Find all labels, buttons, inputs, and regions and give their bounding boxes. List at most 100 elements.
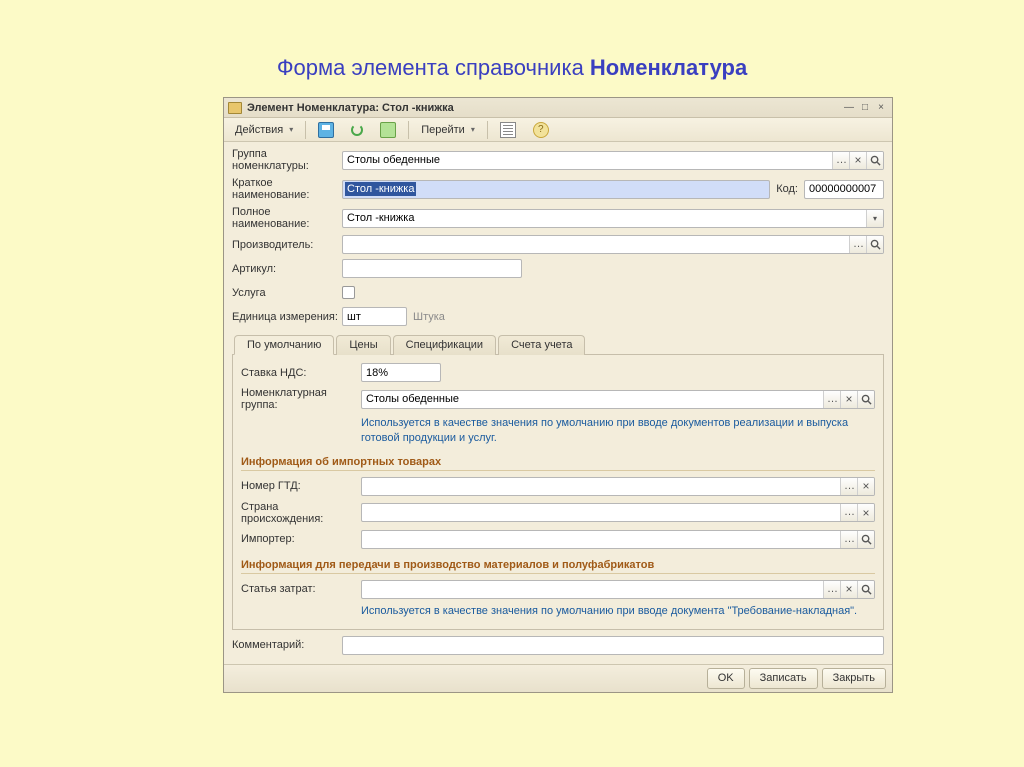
country-clear-button[interactable] bbox=[857, 504, 874, 521]
close-button[interactable]: Закрыть bbox=[822, 668, 886, 689]
vat-input[interactable] bbox=[362, 364, 441, 381]
group-select-button[interactable] bbox=[832, 152, 849, 169]
importer-select-button[interactable] bbox=[840, 531, 857, 548]
comment-input[interactable] bbox=[343, 637, 883, 654]
country-select-button[interactable] bbox=[840, 504, 857, 521]
refresh-button[interactable] bbox=[344, 120, 370, 140]
manufacturer-select-button[interactable] bbox=[849, 236, 866, 253]
country-input[interactable] bbox=[362, 504, 840, 521]
sku-field[interactable] bbox=[342, 259, 522, 278]
unit-input[interactable] bbox=[343, 308, 407, 325]
cost-item-clear-button[interactable] bbox=[840, 581, 857, 598]
nom-group-field[interactable] bbox=[361, 390, 875, 409]
gtd-input[interactable] bbox=[362, 478, 840, 495]
cost-item-hint: Используется в качестве значения по умол… bbox=[361, 604, 875, 619]
dialog-footer: OK Записать Закрыть bbox=[224, 664, 892, 692]
agree-icon bbox=[380, 122, 396, 138]
ok-button[interactable]: OK bbox=[707, 668, 745, 689]
list-icon bbox=[500, 122, 516, 138]
toolbar-separator bbox=[305, 121, 306, 139]
vat-label: Ставка НДС: bbox=[241, 367, 361, 379]
importer-search-button[interactable] bbox=[857, 531, 874, 548]
help-icon: ? bbox=[533, 122, 549, 138]
country-label: Страна происхождения: bbox=[241, 501, 361, 525]
maximize-button[interactable]: □ bbox=[858, 101, 872, 114]
tab-defaults[interactable]: По умолчанию bbox=[234, 335, 334, 355]
service-checkbox[interactable] bbox=[342, 286, 355, 299]
cost-item-field[interactable] bbox=[361, 580, 875, 599]
list-button[interactable] bbox=[493, 120, 523, 140]
sku-input[interactable] bbox=[343, 260, 521, 277]
unit-description: Штука bbox=[413, 311, 445, 323]
country-field[interactable] bbox=[361, 503, 875, 522]
heading-pre: Форма элемента справочника bbox=[277, 55, 590, 80]
importer-field[interactable] bbox=[361, 530, 875, 549]
group-field[interactable] bbox=[342, 151, 884, 170]
minimize-button[interactable]: — bbox=[842, 101, 856, 114]
group-label: Группа номенклатуры: bbox=[232, 148, 342, 172]
gtd-clear-button[interactable] bbox=[857, 478, 874, 495]
titlebar: Элемент Номенклатура: Стол -книжка — □ × bbox=[224, 98, 892, 118]
nom-group-search-button[interactable] bbox=[857, 391, 874, 408]
refresh-icon bbox=[351, 124, 363, 136]
cost-item-search-button[interactable] bbox=[857, 581, 874, 598]
group-search-button[interactable] bbox=[866, 152, 883, 169]
group-input[interactable] bbox=[343, 152, 832, 169]
tab-strip: По умолчанию Цены Спецификации Счета уче… bbox=[232, 334, 884, 355]
save-button[interactable] bbox=[311, 120, 341, 140]
unit-label: Единица измерения: bbox=[232, 311, 342, 323]
full-name-field[interactable] bbox=[342, 209, 884, 228]
gtd-label: Номер ГТД: bbox=[241, 480, 361, 492]
cost-item-label: Статья затрат: bbox=[241, 583, 361, 595]
tab-accounts[interactable]: Счета учета bbox=[498, 335, 585, 355]
importer-input[interactable] bbox=[362, 531, 840, 548]
sku-label: Артикул: bbox=[232, 263, 342, 275]
section-import: Информация об импортных товарах bbox=[241, 456, 875, 471]
code-label: Код: bbox=[776, 183, 798, 195]
tab-specs[interactable]: Спецификации bbox=[393, 335, 496, 355]
toolbar-separator bbox=[487, 121, 488, 139]
vat-field[interactable] bbox=[361, 363, 441, 382]
toolbar: Действия Перейти ? bbox=[224, 118, 892, 142]
nom-group-label: Номенклатурная группа: bbox=[241, 387, 361, 411]
close-window-button[interactable]: × bbox=[874, 101, 888, 114]
help-button[interactable]: ? bbox=[526, 120, 556, 140]
dialog-window: Элемент Номенклатура: Стол -книжка — □ ×… bbox=[223, 97, 893, 693]
nom-group-clear-button[interactable] bbox=[840, 391, 857, 408]
service-label: Услуга bbox=[232, 287, 342, 299]
group-clear-button[interactable] bbox=[849, 152, 866, 169]
manufacturer-input[interactable] bbox=[343, 236, 849, 253]
short-name-field[interactable]: Стол -книжка bbox=[342, 180, 770, 199]
tab-defaults-pane: Ставка НДС: Номенклатурная группа: Испол… bbox=[232, 355, 884, 630]
short-name-value: Стол -книжка bbox=[345, 182, 416, 196]
short-name-input[interactable] bbox=[416, 181, 769, 198]
toolbar-separator bbox=[408, 121, 409, 139]
form-body: Группа номенклатуры: Краткое наименовани… bbox=[224, 142, 892, 664]
nom-group-input[interactable] bbox=[362, 391, 823, 408]
save-icon bbox=[318, 122, 334, 138]
full-name-input[interactable] bbox=[343, 210, 866, 227]
agree-button[interactable] bbox=[373, 120, 403, 140]
comment-field[interactable] bbox=[342, 636, 884, 655]
heading-bold: Номенклатура bbox=[590, 55, 747, 80]
importer-label: Импортер: bbox=[241, 533, 361, 545]
code-field[interactable] bbox=[804, 180, 884, 199]
cost-item-input[interactable] bbox=[362, 581, 823, 598]
gtd-select-button[interactable] bbox=[840, 478, 857, 495]
manufacturer-search-button[interactable] bbox=[866, 236, 883, 253]
page-heading: Форма элемента справочника Номенклатура bbox=[0, 0, 1024, 81]
goto-menu[interactable]: Перейти bbox=[414, 120, 482, 140]
actions-menu[interactable]: Действия bbox=[228, 120, 300, 140]
short-name-label: Краткое наименование: bbox=[232, 177, 342, 201]
unit-field[interactable] bbox=[342, 307, 407, 326]
nom-group-select-button[interactable] bbox=[823, 391, 840, 408]
write-button[interactable]: Записать bbox=[749, 668, 818, 689]
full-name-dropdown[interactable] bbox=[866, 210, 883, 227]
code-input[interactable] bbox=[805, 181, 884, 198]
tab-prices[interactable]: Цены bbox=[336, 335, 390, 355]
manufacturer-label: Производитель: bbox=[232, 239, 342, 251]
manufacturer-field[interactable] bbox=[342, 235, 884, 254]
folder-icon bbox=[228, 102, 242, 114]
cost-item-select-button[interactable] bbox=[823, 581, 840, 598]
gtd-field[interactable] bbox=[361, 477, 875, 496]
